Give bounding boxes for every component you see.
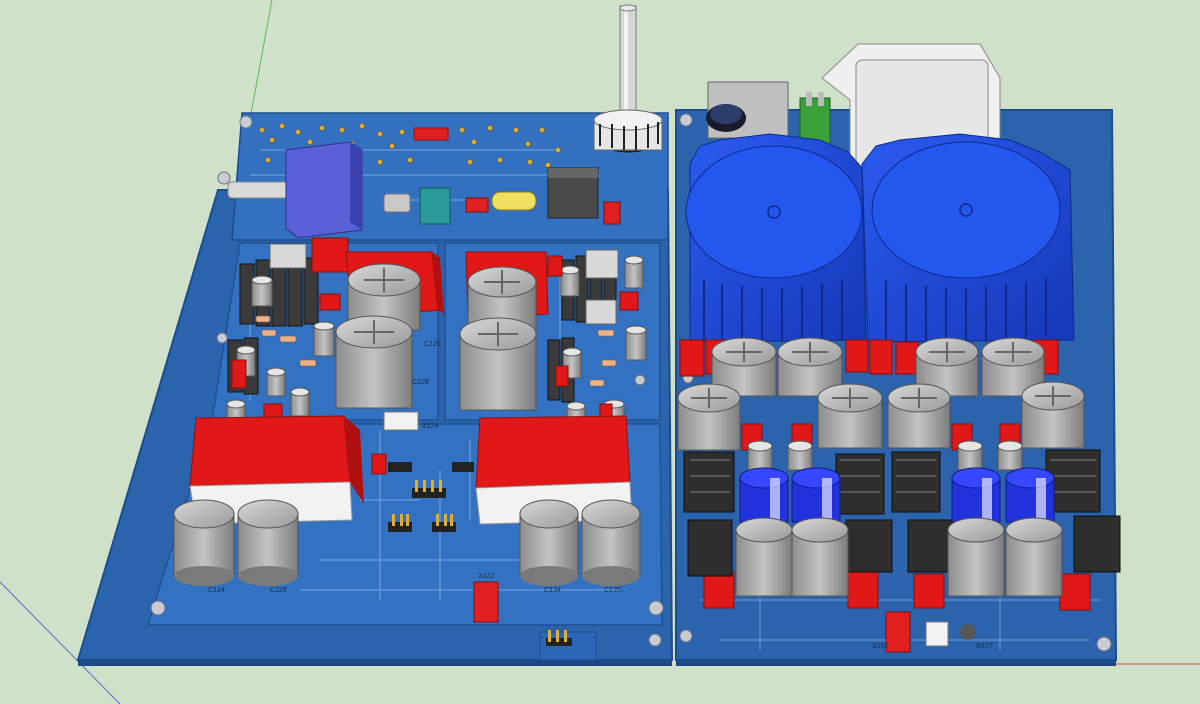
pcb-3d-render: C124 C125 C126 C128 C134 C135 X124 X122 … <box>0 0 1200 704</box>
label-c124: C124 <box>208 587 225 594</box>
label-c128: C128 <box>412 379 429 386</box>
label-x151: X151 <box>871 643 888 650</box>
label-c134: C134 <box>544 587 561 594</box>
rotary-switch-icon <box>593 4 663 153</box>
transformer-heatsinks <box>685 133 1075 343</box>
label-c126: C126 <box>424 341 441 348</box>
label-x124: X124 <box>421 423 438 430</box>
label-x122: X122 <box>477 573 494 580</box>
label-r177: R177 <box>976 643 994 650</box>
label-c125: C125 <box>270 587 287 594</box>
label-c135: C135 <box>604 587 621 594</box>
